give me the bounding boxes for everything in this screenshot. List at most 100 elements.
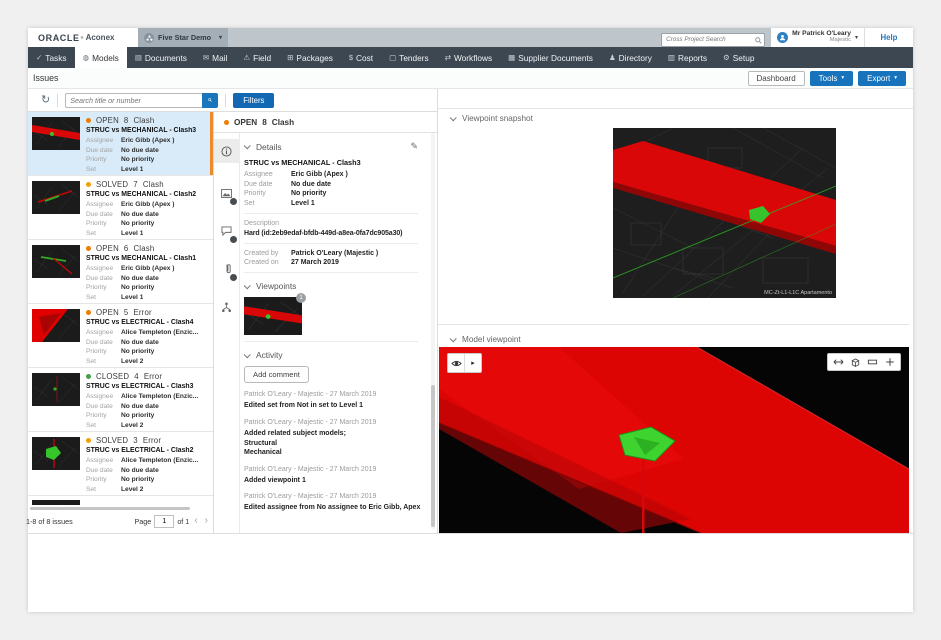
issue-list-item[interactable]: SOLVED7ClashSTRUC vs MECHANICAL - Clash2…	[28, 176, 213, 240]
tab-comments[interactable]	[214, 219, 239, 243]
tab-field[interactable]: ⚠Field	[235, 47, 279, 68]
horizontal-scrollbar[interactable]	[30, 507, 190, 510]
project-selector[interactable]: Five Star Demo ▾	[138, 28, 228, 47]
tab-info[interactable]	[214, 139, 239, 163]
pan-button[interactable]	[830, 354, 847, 370]
orbit-button[interactable]	[847, 354, 864, 370]
status-dot	[86, 438, 91, 443]
module-nav: ✓Tasks◍Models▤Documents✉Mail⚠Field⊞Packa…	[28, 47, 913, 68]
tab-mail[interactable]: ✉Mail	[195, 47, 236, 68]
search-icon	[208, 96, 212, 104]
scrollbar-thumb[interactable]	[431, 385, 435, 527]
page-input[interactable]	[154, 515, 174, 528]
eye-icon	[451, 359, 462, 368]
field-label: Due date	[86, 274, 121, 284]
tab-tasks[interactable]: ✓Tasks	[28, 47, 75, 68]
tools-button[interactable]: Tools▾	[810, 71, 853, 86]
issue-thumbnail	[32, 181, 80, 214]
dashboard-button[interactable]: Dashboard	[748, 71, 805, 86]
tenders-icon: ▢	[389, 53, 396, 62]
viewpoint-count-badge: 1	[296, 293, 306, 303]
model-viewpoint-header[interactable]: Model viewpoint	[438, 330, 913, 348]
issue-field-row: Due dateNo due date	[86, 338, 207, 348]
visibility-button[interactable]	[448, 354, 464, 372]
field-value: 27 March 2019	[291, 259, 339, 266]
tab-label: Cost	[356, 53, 373, 63]
tab-label: Tenders	[399, 53, 429, 63]
field-value: No priority	[291, 190, 326, 197]
issue-list-item[interactable]: OPEN5ErrorSTRUC vs ELECTRICAL - Clash4As…	[28, 304, 213, 368]
tab-models[interactable]: ◍Models	[75, 47, 127, 68]
activity-text: Edited set from Not in set to Level 1	[244, 401, 426, 411]
tab-setup[interactable]: ⚙Setup	[715, 47, 762, 68]
model-viewport[interactable]: ▸	[439, 347, 909, 533]
tab-directory[interactable]: ♟Directory	[601, 47, 660, 68]
prev-page-button[interactable]: ‹	[192, 516, 199, 526]
details-section-header[interactable]: Details ✎	[244, 141, 426, 152]
field-icon: ⚠	[243, 53, 250, 62]
next-page-button[interactable]: ›	[203, 516, 210, 526]
tab-label: Packages	[296, 53, 332, 63]
export-button[interactable]: Export▾	[858, 71, 906, 86]
issue-thumbnail	[32, 309, 80, 342]
cube-icon	[850, 357, 861, 368]
desktop-background: ORACLE® Aconex Five Star Demo ▾	[0, 0, 941, 640]
plus-icon	[885, 357, 895, 367]
zoom-in-button[interactable]	[881, 354, 898, 370]
chevron-down-icon	[450, 335, 457, 342]
tab-cost[interactable]: $Cost	[341, 47, 381, 68]
mail-icon: ✉	[203, 53, 209, 62]
viewpoints-section-header[interactable]: Viewpoints	[244, 281, 426, 291]
issue-field-row: Due dateNo due date	[86, 466, 207, 476]
divider	[57, 94, 58, 107]
rectangle-icon	[867, 358, 878, 366]
issue-status-line: SOLVED3Error	[86, 436, 207, 445]
issue-list-item[interactable]: OPEN6ClashSTRUC vs MECHANICAL - Clash1As…	[28, 240, 213, 304]
refresh-icon[interactable]: ↻	[41, 95, 50, 106]
issue-list-item[interactable]: CLOSED4ErrorSTRUC vs ELECTRICAL - Clash3…	[28, 368, 213, 432]
help-link[interactable]: Help	[864, 28, 913, 47]
issue-search-input[interactable]	[65, 93, 202, 108]
user-menu[interactable]: Mr Patrick O'Leary Majestic ▾	[771, 28, 864, 47]
cross-project-search-input[interactable]	[661, 33, 765, 47]
field-value: Alice Templeton (Enzic...	[121, 392, 198, 402]
tab-related-models[interactable]	[214, 295, 239, 319]
expand-panel-button[interactable]: ▸	[464, 354, 481, 372]
tab-workflows[interactable]: ⇄Workflows	[437, 47, 500, 68]
setup-icon: ⚙	[723, 53, 730, 62]
issue-title: STRUC vs ELECTRICAL - Clash2	[86, 447, 207, 454]
tab-tenders[interactable]: ▢Tenders	[381, 47, 437, 68]
activity-label: Activity	[256, 350, 283, 360]
paperclip-icon	[223, 263, 231, 275]
snapshot-label: Viewpoint snapshot	[462, 114, 533, 123]
issue-status-line: CLOSED4Error	[86, 372, 207, 381]
issue-field-row: PriorityNo priority	[86, 411, 207, 421]
edit-details-icon[interactable]: ✎	[410, 141, 418, 152]
add-comment-button[interactable]: Add comment	[244, 366, 309, 383]
status-text: Error	[133, 308, 151, 317]
detail-header: OPEN 8 Clash	[214, 112, 437, 133]
viewpoints-label: Viewpoints	[256, 281, 296, 291]
tab-label: Mail	[212, 53, 227, 63]
detail-status: OPEN	[234, 118, 257, 127]
tab-attachments[interactable]	[214, 257, 239, 281]
search-button[interactable]	[202, 93, 218, 108]
viewpoint-snapshot-header[interactable]: Viewpoint snapshot	[438, 108, 913, 127]
zoom-out-button[interactable]	[864, 354, 881, 370]
activity-section-header[interactable]: Activity	[244, 350, 426, 360]
issue-list-item[interactable]: OPEN8ClashSTRUC vs MECHANICAL - Clash3As…	[28, 112, 213, 176]
tab-viewpoints[interactable]	[214, 181, 239, 205]
tab-packages[interactable]: ⊞Packages	[279, 47, 341, 68]
viewpoint-thumbnail[interactable]: 1	[244, 297, 302, 335]
issue-list-item[interactable]	[28, 496, 213, 505]
field-label: Due date	[86, 338, 121, 348]
issue-list-item[interactable]: SOLVED3Error STRUC vs ELECTRICAL - Clash2…	[28, 432, 213, 496]
tab-reports[interactable]: ▥Reports	[660, 47, 715, 68]
tab-supplier-documents[interactable]: ▦Supplier Documents	[500, 47, 601, 68]
filters-button[interactable]: Filters	[233, 93, 274, 108]
field-label: Priority	[86, 283, 121, 293]
tab-label: Reports	[678, 53, 707, 63]
issue-thumbnail	[32, 437, 80, 470]
tab-documents[interactable]: ▤Documents	[127, 47, 195, 68]
field-value: Level 2	[121, 357, 143, 367]
